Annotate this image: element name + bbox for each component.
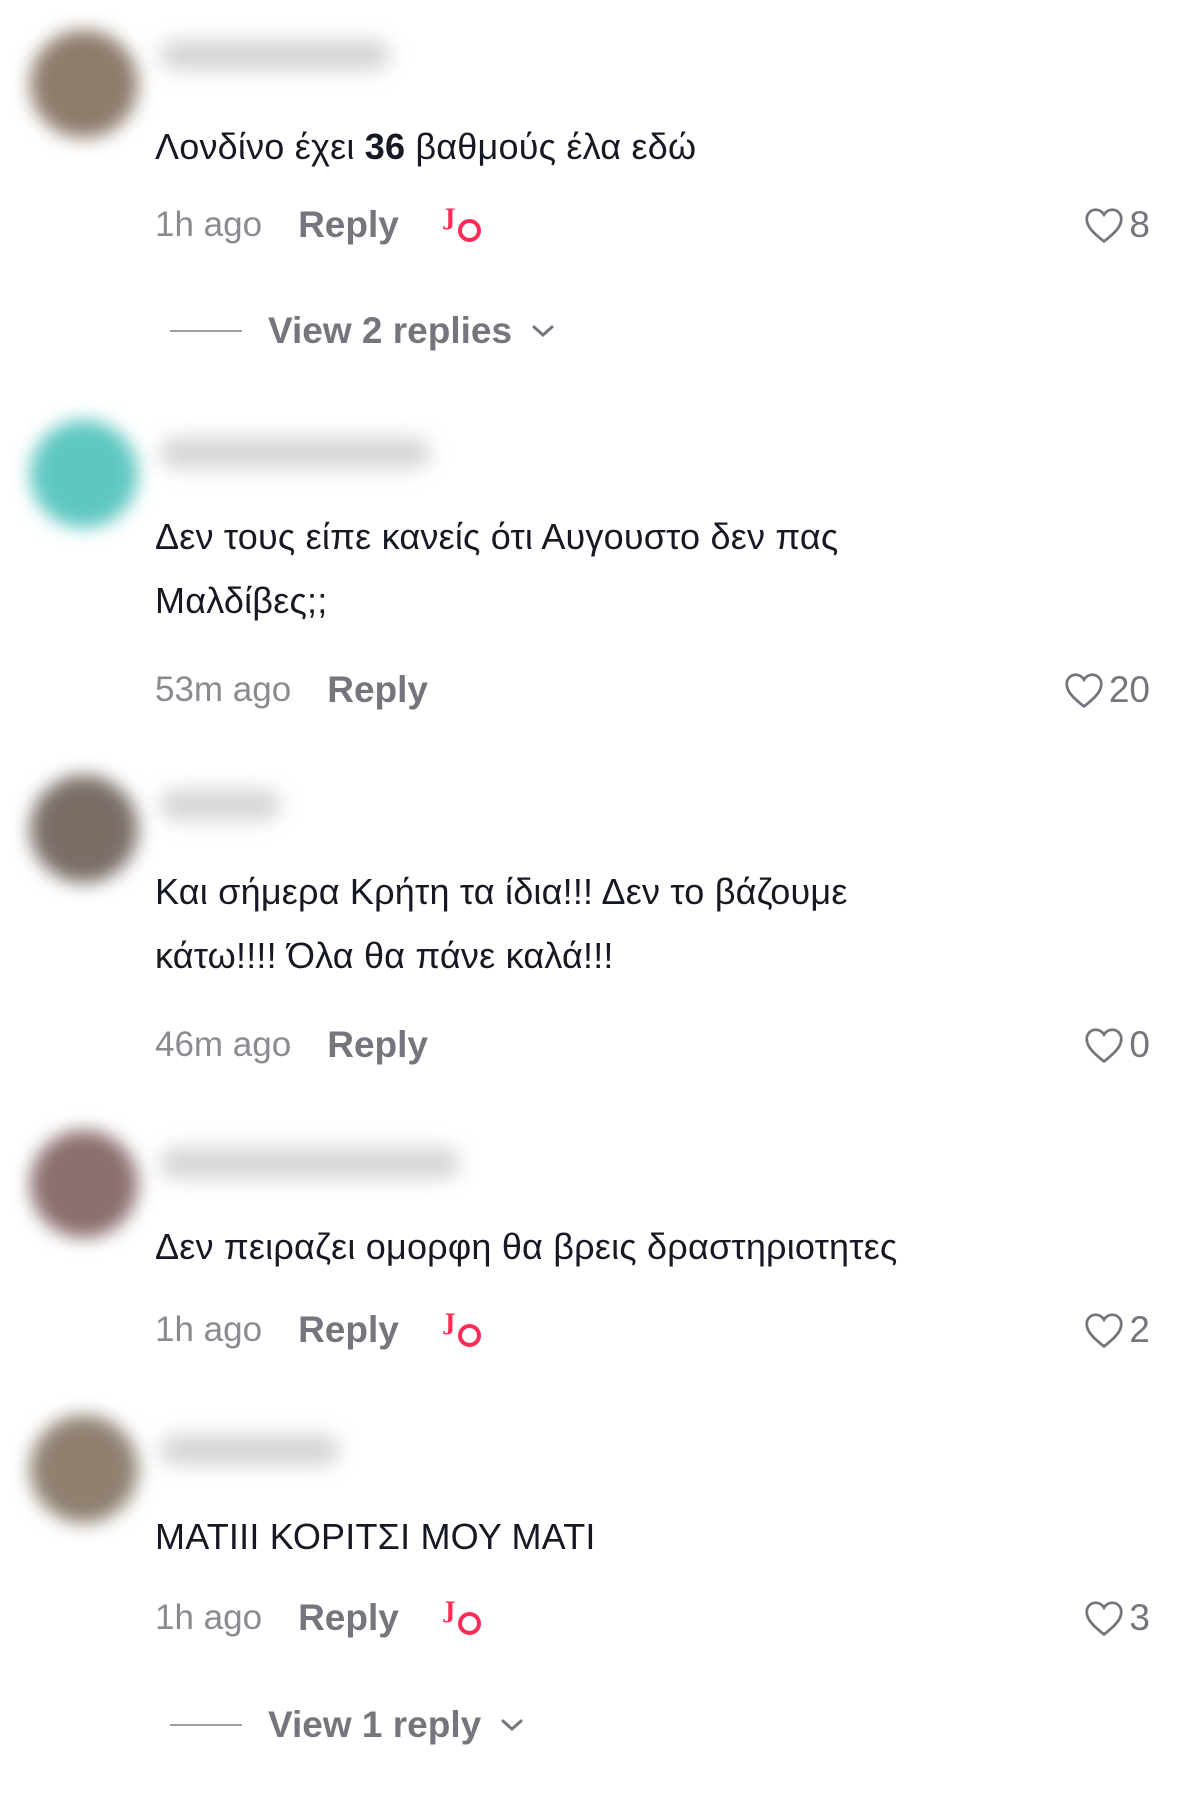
- reply-button[interactable]: Reply: [298, 1597, 399, 1639]
- divider-line: [170, 1724, 242, 1726]
- avatar[interactable]: [30, 420, 138, 528]
- chevron-down-icon: [501, 1719, 523, 1732]
- comment-meta: 1h ago Reply J 2: [155, 1305, 1150, 1355]
- like-button[interactable]: 8: [1083, 204, 1150, 246]
- comment-text: Και σήμερα Κρήτη τα ίδια!!! Δεν το βάζου…: [155, 871, 848, 976]
- view-replies-button[interactable]: View 2 replies: [170, 306, 556, 356]
- like-count: 3: [1129, 1597, 1150, 1638]
- comment-time: 53m ago: [155, 670, 292, 709]
- username-blurred[interactable]: [160, 1148, 460, 1178]
- view-replies-button[interactable]: View 1 reply: [170, 1700, 525, 1750]
- comment-meta: 1h ago Reply J 3: [155, 1593, 1150, 1643]
- divider-line: [170, 330, 242, 332]
- username-blurred[interactable]: [160, 40, 390, 70]
- heart-outline-icon: [1085, 208, 1124, 244]
- avatar[interactable]: [30, 775, 138, 883]
- view-replies-label: View 1 reply: [268, 1704, 482, 1745]
- username-blurred[interactable]: [160, 790, 280, 820]
- username-blurred[interactable]: [160, 1435, 340, 1465]
- like-button[interactable]: 20: [1063, 669, 1150, 711]
- creator-liked-icon: J: [445, 203, 485, 247]
- comment-meta: 46m ago Reply 0: [155, 1020, 1150, 1070]
- like-count: 2: [1129, 1309, 1150, 1350]
- avatar[interactable]: [30, 30, 138, 138]
- reply-button[interactable]: Reply: [298, 1309, 399, 1351]
- comment-meta: 1h ago Reply J 8: [155, 200, 1150, 250]
- comment-time: 1h ago: [155, 1598, 263, 1637]
- heart-outline-icon: [1065, 673, 1103, 709]
- comment-text-bold: 36: [364, 126, 406, 167]
- heart-outline-icon: [1085, 1028, 1124, 1064]
- view-replies-label: View 2 replies: [268, 310, 513, 351]
- reply-button[interactable]: Reply: [327, 1024, 428, 1066]
- comment-time: 1h ago: [155, 1310, 263, 1349]
- like-count: 0: [1129, 1024, 1150, 1065]
- username-blurred[interactable]: [160, 438, 430, 468]
- like-button[interactable]: 0: [1083, 1024, 1150, 1066]
- reply-button[interactable]: Reply: [298, 204, 399, 246]
- comment-time: 46m ago: [155, 1025, 292, 1064]
- comment-text: Δεν πειραζει ομορφη θα βρεις δραστηριοτη…: [155, 1226, 898, 1267]
- chevron-down-icon: [532, 325, 554, 338]
- creator-liked-icon: J: [445, 1308, 485, 1352]
- comment-meta: 53m ago Reply 20: [155, 665, 1150, 715]
- comment-text: ΜΑΤΙΙΙ ΚΟΡΙΤΣΙ ΜΟΥ ΜΑΤΙ: [155, 1516, 596, 1557]
- creator-liked-icon: J: [445, 1596, 485, 1640]
- heart-outline-icon: [1085, 1601, 1124, 1637]
- like-count: 20: [1108, 669, 1150, 710]
- like-count: 8: [1129, 204, 1150, 245]
- avatar[interactable]: [30, 1415, 138, 1523]
- heart-outline-icon: [1085, 1313, 1124, 1349]
- reply-button[interactable]: Reply: [327, 669, 428, 711]
- avatar[interactable]: [30, 1130, 138, 1238]
- comment-text: Δεν τους είπε κανείς ότι Αυγουστο δεν πα…: [155, 516, 839, 621]
- like-button[interactable]: 2: [1083, 1309, 1150, 1351]
- like-button[interactable]: 3: [1083, 1597, 1150, 1639]
- comment-text: Λονδίνο έχει 36 βαθμούς έλα εδώ: [155, 126, 697, 167]
- comment-time: 1h ago: [155, 205, 263, 244]
